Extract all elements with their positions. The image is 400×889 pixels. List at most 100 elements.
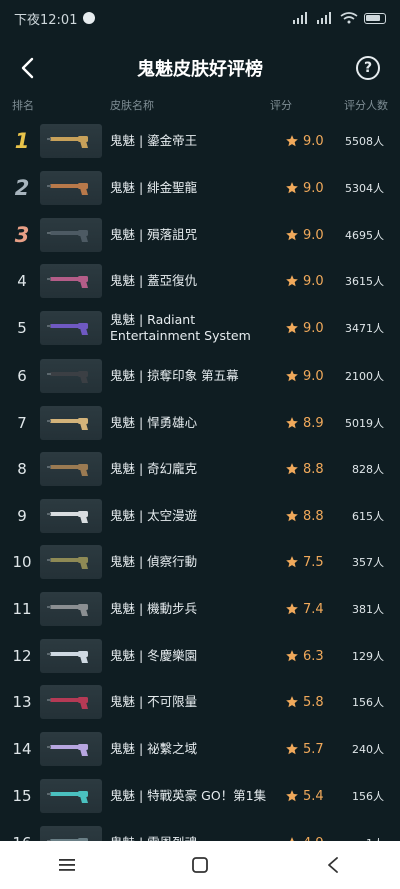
rank-number: 4	[17, 272, 27, 290]
star-icon	[286, 229, 298, 241]
table-row[interactable]: 8 鬼魅 | 奇幻龐克 8.8 828人	[0, 446, 400, 492]
status-right	[292, 12, 386, 24]
table-row[interactable]: 5 鬼魅 | Radiant Entertainment System 9.0 347…	[0, 305, 400, 351]
skin-thumbnail	[40, 359, 102, 393]
rating: 9.0	[285, 321, 324, 336]
table-row[interactable]: 13 鬼魅 | 不可限量 5.8 156人	[0, 679, 400, 725]
skin-name: 鬼魅 | 機動步兵	[110, 601, 198, 616]
table-row[interactable]: 6 鬼魅 | 掠奪印象 第五幕 9.0 2100人	[0, 353, 400, 399]
rating-value: 7.4	[303, 601, 324, 617]
qq-notification-icon	[83, 12, 96, 24]
help-button[interactable]: ?	[356, 56, 380, 80]
rating-value: 9.0	[303, 180, 324, 196]
skin-name: 鬼魅 | 殞落詛咒	[110, 227, 198, 242]
column-count: 评分人数	[344, 99, 388, 112]
rating: 9.0	[285, 134, 324, 149]
page-title: 鬼魅皮肤好评榜	[137, 59, 263, 80]
rating-value: 9.0	[303, 368, 324, 384]
pistol-icon	[47, 464, 88, 476]
table-row[interactable]: 3 鬼魅 | 殞落詛咒 9.0 4695人	[0, 212, 400, 258]
table-row[interactable]: 2 鬼魅 | 緋金聖龍 9.0 5304人	[0, 165, 400, 211]
rating-count: 615人	[352, 510, 384, 523]
skin-name: 鬼魅 | 偵察行動	[110, 554, 198, 569]
rating-count: 3471人	[345, 322, 384, 335]
skin-thumbnail	[40, 124, 102, 158]
status-left: 下夜12:01	[14, 9, 96, 28]
skin-name: 鬼魅 | 太空漫遊	[110, 508, 198, 523]
column-rating: 评分	[270, 99, 292, 112]
rank-number: 3	[14, 223, 30, 247]
skin-name: 鬼魅 | 冬慶樂園	[110, 648, 198, 663]
chevron-left-icon	[21, 57, 34, 79]
rank-number: 7	[17, 414, 27, 432]
table-row[interactable]: 11 鬼魅 | 機動步兵 7.4 381人	[0, 586, 400, 632]
rating-value: 9.0	[303, 133, 324, 149]
rating-count: 5304人	[345, 182, 384, 195]
rating-value: 9.0	[303, 227, 324, 243]
skin-thumbnail	[40, 264, 102, 298]
rating-value: 9.0	[303, 320, 324, 336]
skin-thumbnail	[40, 452, 102, 486]
rating-value: 5.8	[303, 694, 324, 710]
star-icon	[286, 650, 298, 662]
rating: 5.4	[285, 789, 324, 804]
table-row[interactable]: 7 鬼魅 | 悍勇雄心 8.9 5019人	[0, 400, 400, 446]
table-row[interactable]: 15 鬼魅 | 特戰英豪 GO！第1集 5.4 156人	[0, 773, 400, 819]
star-icon	[286, 417, 298, 429]
skin-thumbnail	[40, 499, 102, 533]
skin-thumbnail	[40, 779, 102, 813]
skin-name: 鬼魅 | 祕繫之域	[110, 741, 198, 756]
rating: 9.0	[285, 274, 324, 289]
skin-name: 鬼魅 | 特戰英豪 GO！第1集	[110, 788, 267, 803]
star-icon	[286, 370, 298, 382]
rank-number: 11	[12, 600, 32, 618]
skin-name: 鬼魅 | 蓋亞復仇	[110, 273, 198, 288]
skin-name: 鬼魅 | 掠奪印象 第五幕	[110, 368, 239, 383]
back-button[interactable]	[14, 54, 42, 82]
pistol-icon	[47, 651, 88, 663]
question-mark-icon: ?	[363, 60, 373, 76]
menu-button[interactable]	[47, 845, 87, 885]
rank-number: 2	[14, 176, 30, 200]
system-back-button[interactable]	[313, 845, 353, 885]
table-row[interactable]: 1 鬼魅 | 鎏金帝王 9.0 5508人	[0, 118, 400, 164]
rating-count: 5508人	[345, 135, 384, 148]
pistol-icon	[47, 744, 88, 756]
star-icon	[286, 696, 298, 708]
rating-value: 8.9	[303, 415, 324, 431]
star-icon	[286, 275, 298, 287]
table-row[interactable]: 9 鬼魅 | 太空漫遊 8.8 615人	[0, 493, 400, 539]
pistol-icon	[47, 276, 88, 288]
skin-name: 鬼魅 | Radiant Entertainment System	[110, 312, 251, 343]
pistol-icon	[47, 791, 88, 803]
rating-count: 5019人	[345, 417, 384, 430]
column-skin-name: 皮肤名称	[110, 99, 154, 112]
table-row[interactable]: 14 鬼魅 | 祕繫之域 5.7 240人	[0, 726, 400, 772]
table-row[interactable]: 12 鬼魅 | 冬慶樂園 6.3 129人	[0, 633, 400, 679]
rating-count: 129人	[352, 650, 384, 663]
skin-name: 鬼魅 | 緋金聖龍	[110, 180, 198, 195]
pistol-icon	[47, 323, 88, 335]
pistol-icon	[47, 697, 88, 709]
rating: 8.9	[285, 416, 324, 431]
rank-number: 13	[12, 693, 32, 711]
rating-count: 4695人	[345, 229, 384, 242]
table-row[interactable]: 10 鬼魅 | 偵察行動 7.5 357人	[0, 539, 400, 585]
home-button[interactable]	[180, 845, 220, 885]
rating-value: 5.4	[303, 788, 324, 804]
skin-thumbnail	[40, 171, 102, 205]
skin-thumbnail	[40, 406, 102, 440]
skin-thumbnail	[40, 311, 102, 345]
system-nav-bar	[0, 841, 400, 889]
rank-number: 12	[12, 647, 32, 665]
app-header: 鬼魅皮肤好评榜 ?	[0, 44, 400, 92]
table-row[interactable]: 4 鬼魅 | 蓋亞復仇 9.0 3615人	[0, 258, 400, 304]
skin-thumbnail	[40, 732, 102, 766]
rank-number: 9	[17, 507, 27, 525]
pistol-icon	[47, 418, 88, 430]
rank-number: 5	[17, 319, 27, 337]
pistol-icon	[47, 557, 88, 569]
rating: 9.0	[285, 369, 324, 384]
star-icon	[286, 790, 298, 802]
battery-icon	[364, 12, 386, 24]
